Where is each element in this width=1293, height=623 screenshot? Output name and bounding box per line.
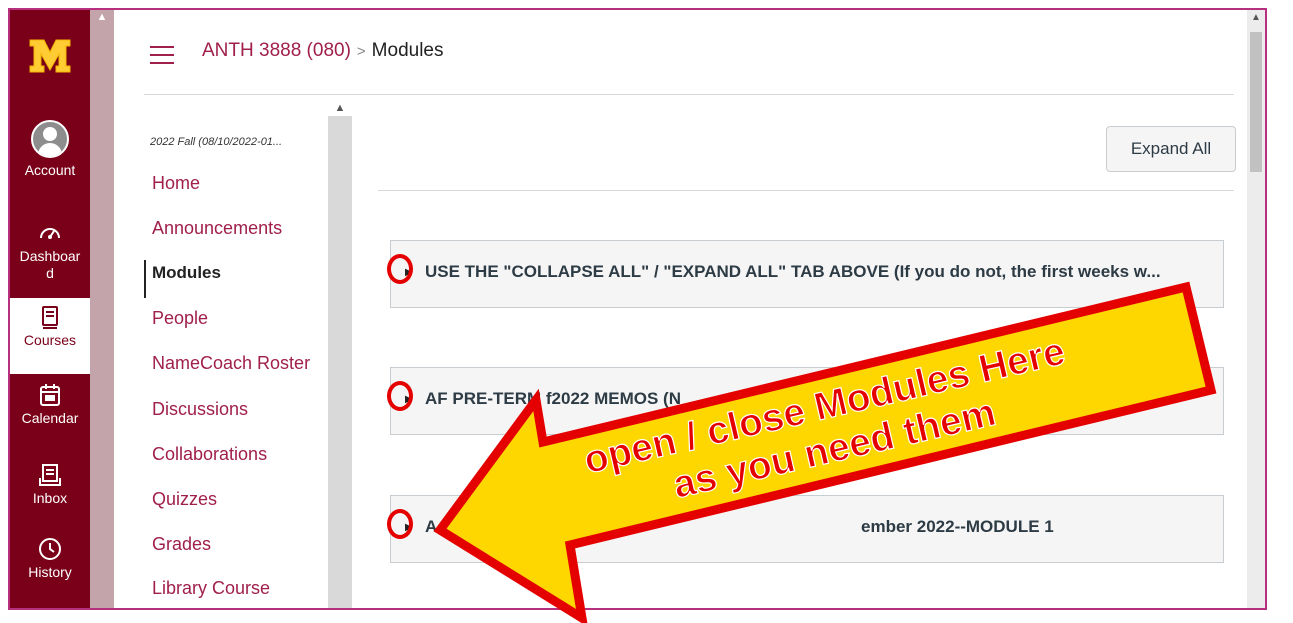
course-nav-namecoach-roster[interactable]: NameCoach Roster: [152, 353, 310, 374]
global-nav-scrollbar[interactable]: ▲: [90, 10, 114, 608]
module-title: A: [425, 517, 438, 536]
scroll-up-icon[interactable]: ▲: [328, 100, 352, 116]
breadcrumb-separator: >: [356, 43, 366, 60]
course-nav-scrollbar[interactable]: ▲: [328, 100, 352, 608]
highlight-circle: [387, 254, 413, 284]
module-header[interactable]: ▶ AF PRE-TERM f2022 MEMOS (N: [390, 367, 1224, 435]
account-avatar-icon: [31, 120, 69, 158]
active-indicator: [144, 260, 146, 298]
course-nav-people[interactable]: People: [152, 308, 208, 329]
course-nav-modules[interactable]: Modules: [152, 263, 221, 283]
course-nav-discussions[interactable]: Discussions: [152, 399, 248, 420]
module-title: USE THE "COLLAPSE ALL" / "EXPAND ALL" TA…: [425, 262, 1161, 281]
inbox-icon: [39, 464, 61, 486]
global-nav-inbox[interactable]: Inbox: [10, 462, 90, 507]
global-nav-calendar-label: Calendar: [21, 410, 79, 426]
global-nav-account[interactable]: Account: [10, 120, 90, 179]
module-header[interactable]: ▶ A ember 2022--MODULE 1: [390, 495, 1224, 563]
global-nav-dashboard-label-2: d: [46, 265, 54, 281]
header-divider: [144, 94, 1234, 95]
hamburger-menu-icon[interactable]: [150, 46, 174, 64]
courses-icon: [42, 306, 58, 329]
course-nav-home[interactable]: Home: [152, 173, 200, 194]
expand-all-button[interactable]: Expand All: [1106, 126, 1236, 172]
global-nav-dashboard-label-1: Dashboar: [19, 248, 81, 264]
global-nav-courses-label: Courses: [23, 332, 77, 348]
module-title: AF PRE-TERM f2022 MEMOS (N: [425, 389, 681, 408]
global-nav-history[interactable]: History: [10, 536, 90, 581]
course-nav-collaborations[interactable]: Collaborations: [152, 444, 267, 465]
scroll-up-icon[interactable]: ▲: [1247, 10, 1265, 26]
scrollbar-thumb[interactable]: [1250, 32, 1262, 172]
global-nav-calendar[interactable]: Calendar: [10, 382, 90, 427]
breadcrumb-current: Modules: [371, 40, 444, 61]
global-nav-history-label: History: [28, 564, 72, 580]
course-term: 2022 Fall (08/10/2022-01...: [150, 136, 283, 148]
dashboard-icon: [40, 228, 60, 239]
highlight-circle: [387, 509, 413, 539]
global-nav-account-label: Account: [24, 162, 76, 178]
module-title-tail: ember 2022--MODULE 1: [861, 517, 1054, 536]
calendar-icon: [40, 384, 60, 406]
breadcrumb: ANTH 3888 (080) > Modules: [202, 40, 444, 62]
global-nav: Account Dashboar d Courses Calendar Inbo…: [10, 10, 90, 608]
course-nav-grades[interactable]: Grades: [152, 534, 211, 555]
module-header[interactable]: ▶ USE THE "COLLAPSE ALL" / "EXPAND ALL" …: [390, 240, 1224, 308]
course-nav-announcements[interactable]: Announcements: [152, 218, 282, 239]
highlight-circle: [387, 381, 413, 411]
browser-frame: Account Dashboar d Courses Calendar Inbo…: [8, 8, 1267, 610]
global-nav-dashboard[interactable]: Dashboar d: [10, 220, 90, 282]
global-nav-courses[interactable]: Courses: [10, 298, 90, 374]
global-nav-inbox-label: Inbox: [32, 490, 68, 506]
course-nav-quizzes[interactable]: Quizzes: [152, 489, 217, 510]
breadcrumb-course-link[interactable]: ANTH 3888 (080): [202, 40, 351, 61]
scroll-up-icon[interactable]: ▲: [90, 10, 114, 24]
course-nav-library-course[interactable]: Library Course: [152, 578, 270, 599]
content-divider: [378, 190, 1234, 191]
page-scrollbar[interactable]: ▲: [1247, 10, 1265, 608]
history-icon: [39, 538, 61, 560]
university-logo[interactable]: [28, 38, 72, 74]
